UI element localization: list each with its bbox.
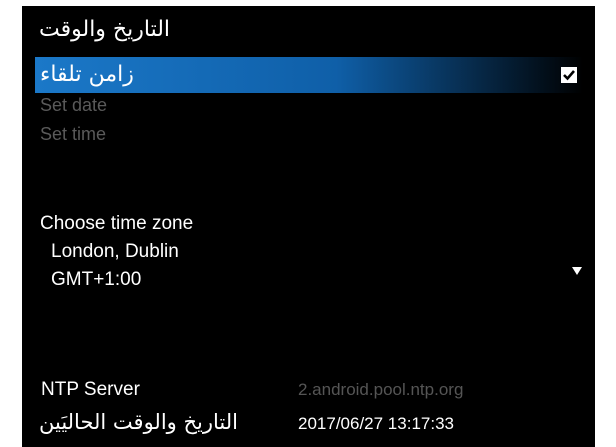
dropdown-arrow-icon[interactable]	[572, 267, 582, 275]
current-datetime-label: التاريخ والوقت الحاليَين	[39, 410, 238, 434]
date-time-settings-panel: التاريخ والوقت زامن تلقاء Set date Set t…	[22, 6, 595, 447]
auto-sync-row[interactable]: زامن تلقاء	[35, 57, 583, 93]
time-zone-city[interactable]: London, Dublin	[51, 240, 179, 264]
page-title: التاريخ والوقت	[39, 17, 171, 42]
time-zone-label: Choose time zone	[40, 213, 194, 234]
ntp-server-label: NTP Server	[41, 379, 140, 400]
current-datetime-value: 2017/06/27 13:17:33	[298, 414, 454, 433]
set-date-item[interactable]: Set date	[40, 94, 107, 116]
auto-sync-label: زامن تلقاء	[40, 62, 134, 87]
checkbox-checked-icon[interactable]	[561, 67, 577, 83]
set-time-item[interactable]: Set time	[40, 123, 106, 145]
ntp-server-value: 2.android.pool.ntp.org	[298, 380, 464, 399]
time-zone-offset[interactable]: GMT+1:00	[51, 268, 141, 292]
